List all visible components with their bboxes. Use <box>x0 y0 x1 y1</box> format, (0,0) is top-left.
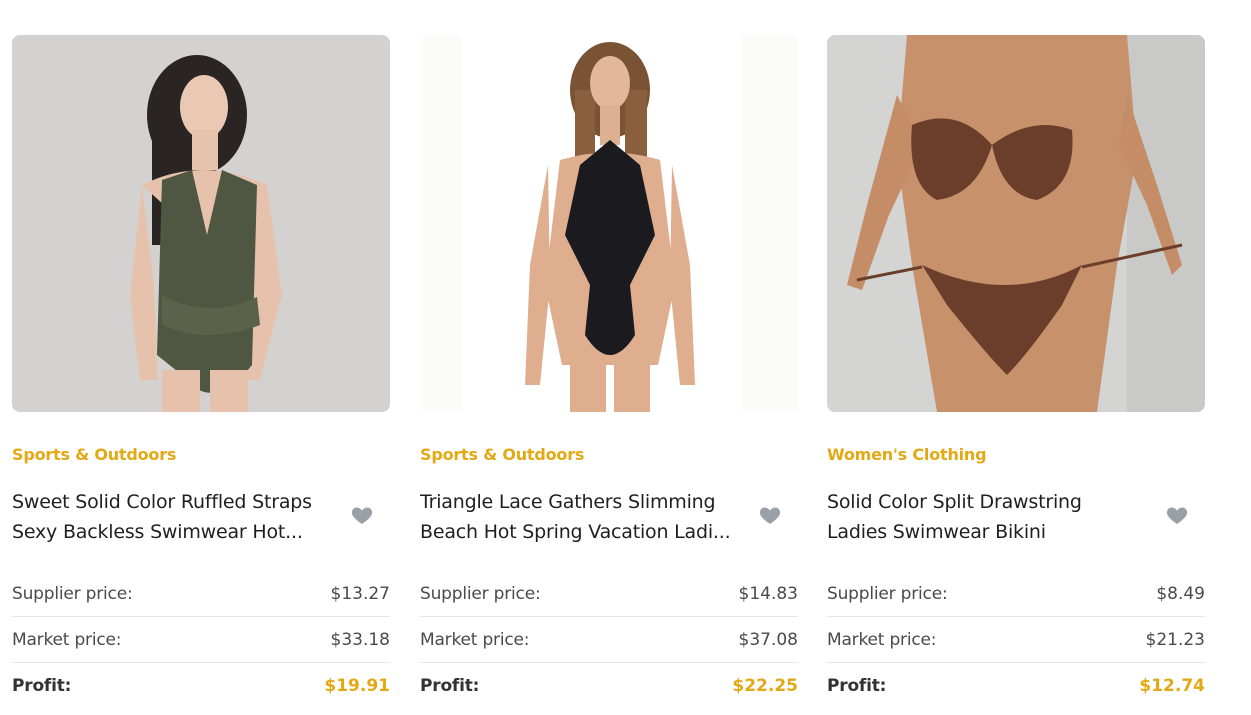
product-title-line1[interactable]: Triangle Lace Gathers Slimming <box>420 487 738 517</box>
supplier-price-row: Supplier price: $13.27 <box>12 571 390 617</box>
supplier-price-label: Supplier price: <box>12 583 133 604</box>
profit-label: Profit: <box>827 676 887 696</box>
price-table: Supplier price: $13.27 Market price: $33… <box>12 571 390 709</box>
product-title-line2[interactable]: Ladies Swimwear Bikini <box>827 517 1145 547</box>
heart-icon[interactable] <box>350 503 374 527</box>
supplier-price-row: Supplier price: $14.83 <box>420 571 798 617</box>
market-price-row: Market price: $37.08 <box>420 617 798 663</box>
heart-icon[interactable] <box>1165 503 1189 527</box>
profit-row: Profit: $12.74 <box>827 663 1205 709</box>
profit-row: Profit: $19.91 <box>12 663 390 709</box>
product-category[interactable]: Sports & Outdoors <box>420 445 584 464</box>
profit-row: Profit: $22.25 <box>420 663 798 709</box>
market-price-label: Market price: <box>12 629 122 650</box>
market-price-row: Market price: $33.18 <box>12 617 390 663</box>
profit-value: $22.25 <box>732 676 798 696</box>
profit-label: Profit: <box>12 676 72 696</box>
market-price-value: $21.23 <box>1145 629 1205 650</box>
supplier-price-label: Supplier price: <box>827 583 948 604</box>
product-title-line2[interactable]: Beach Hot Spring Vacation Ladi... <box>420 517 738 547</box>
product-image[interactable] <box>12 35 390 412</box>
profit-value: $12.74 <box>1139 676 1205 696</box>
profit-value: $19.91 <box>324 676 390 696</box>
product-card[interactable]: Sports & Outdoors Triangle Lace Gathers … <box>420 35 798 696</box>
supplier-price-value: $13.27 <box>330 583 390 604</box>
market-price-row: Market price: $21.23 <box>827 617 1205 663</box>
product-title[interactable]: Triangle Lace Gathers Slimming Beach Hot… <box>420 487 738 547</box>
product-category[interactable]: Sports & Outdoors <box>12 445 176 464</box>
market-price-label: Market price: <box>827 629 937 650</box>
product-category[interactable]: Women's Clothing <box>827 445 987 464</box>
price-table: Supplier price: $8.49 Market price: $21.… <box>827 571 1205 709</box>
product-card[interactable]: Sports & Outdoors Sweet Solid Color Ruff… <box>12 35 390 696</box>
heart-icon[interactable] <box>758 503 782 527</box>
product-image[interactable] <box>827 35 1205 412</box>
product-title[interactable]: Solid Color Split Drawstring Ladies Swim… <box>827 487 1145 547</box>
product-image[interactable] <box>420 35 798 412</box>
product-title[interactable]: Sweet Solid Color Ruffled Straps Sexy Ba… <box>12 487 330 547</box>
market-price-value: $33.18 <box>330 629 390 650</box>
supplier-price-label: Supplier price: <box>420 583 541 604</box>
product-card[interactable]: Women's Clothing Solid Color Split Draws… <box>827 35 1205 696</box>
price-table: Supplier price: $14.83 Market price: $37… <box>420 571 798 709</box>
product-title-line2[interactable]: Sexy Backless Swimwear Hot... <box>12 517 330 547</box>
profit-label: Profit: <box>420 676 480 696</box>
supplier-price-value: $8.49 <box>1156 583 1205 604</box>
product-title-line1[interactable]: Sweet Solid Color Ruffled Straps <box>12 487 330 517</box>
product-grid: Sports & Outdoors Sweet Solid Color Ruff… <box>0 0 1251 715</box>
market-price-value: $37.08 <box>738 629 798 650</box>
supplier-price-value: $14.83 <box>738 583 798 604</box>
supplier-price-row: Supplier price: $8.49 <box>827 571 1205 617</box>
market-price-label: Market price: <box>420 629 530 650</box>
product-title-line1[interactable]: Solid Color Split Drawstring <box>827 487 1145 517</box>
